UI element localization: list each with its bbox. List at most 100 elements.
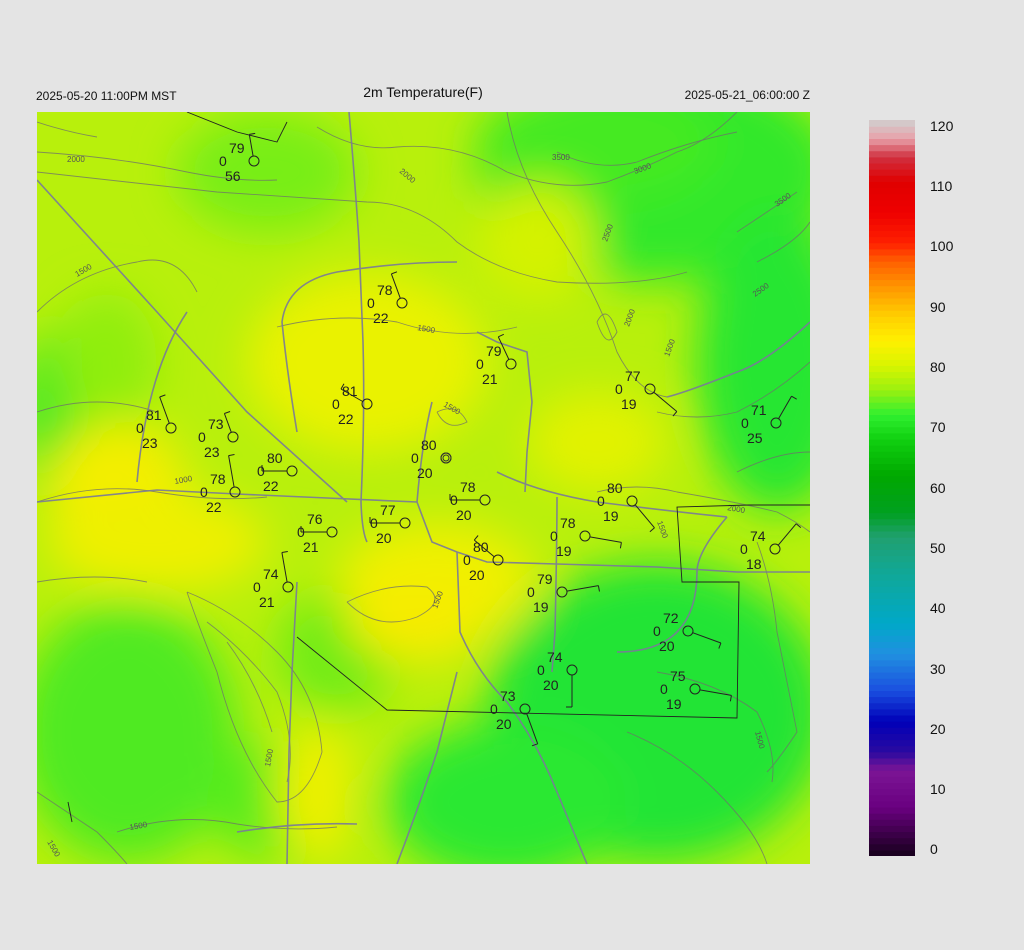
station-temperature: 78	[377, 282, 393, 298]
color-scale-tick: 50	[930, 540, 946, 556]
color-band	[869, 561, 915, 569]
station-cloud-cover: 0	[219, 153, 227, 169]
color-band	[869, 316, 915, 323]
station-dewpoint: 20	[543, 677, 559, 693]
color-band	[869, 236, 915, 244]
color-band	[869, 506, 915, 514]
color-band	[869, 169, 915, 176]
color-band	[869, 414, 915, 422]
color-band	[869, 285, 915, 293]
color-band	[869, 629, 915, 636]
station-dewpoint: 21	[259, 594, 275, 610]
station-cloud-cover: 0	[740, 541, 748, 557]
station-cloud-cover: 0	[660, 681, 668, 697]
color-band	[869, 438, 915, 446]
station-dewpoint: 19	[666, 696, 682, 712]
station-dewpoint: 23	[142, 435, 158, 451]
station-dewpoint: 20	[417, 465, 433, 481]
station-temperature: 76	[307, 511, 323, 527]
color-band	[869, 641, 915, 649]
color-band	[869, 432, 915, 440]
color-band	[869, 218, 915, 225]
color-band	[869, 463, 915, 471]
color-band	[869, 647, 915, 655]
temperature-map: 2000 2000 3500 3000 3500 2500 2500 2000 …	[37, 112, 810, 864]
color-band	[869, 261, 915, 268]
color-band	[869, 500, 915, 507]
station-temperature: 78	[210, 471, 226, 487]
color-band	[869, 475, 915, 483]
color-scale-tick: 80	[930, 359, 946, 375]
station-temperature: 80	[267, 450, 283, 466]
station-dewpoint: 56	[225, 168, 241, 184]
color-scale-tick: 60	[930, 480, 946, 496]
color-band	[869, 524, 915, 532]
color-band	[869, 580, 915, 587]
station-dewpoint: 25	[747, 430, 763, 446]
color-band	[869, 420, 915, 428]
color-band	[869, 678, 915, 685]
color-band	[869, 819, 915, 826]
color-band	[869, 377, 915, 385]
color-band	[869, 396, 915, 403]
station-cloud-cover: 0	[332, 396, 340, 412]
color-band	[869, 162, 915, 170]
station-cloud-cover: 0	[490, 701, 498, 717]
color-band	[869, 616, 915, 624]
color-band	[869, 408, 915, 415]
station-dewpoint: 22	[206, 499, 222, 515]
color-band	[869, 150, 915, 158]
color-band	[869, 279, 915, 287]
color-band	[869, 310, 915, 317]
station-dewpoint: 23	[204, 444, 220, 460]
station-temperature: 81	[342, 383, 358, 399]
color-scale-tick: 20	[930, 721, 946, 737]
station-temperature: 71	[751, 402, 767, 418]
color-band	[869, 297, 915, 305]
color-band	[869, 751, 915, 759]
color-band	[869, 586, 915, 593]
station-cloud-cover: 0	[253, 579, 261, 595]
color-band	[869, 187, 915, 195]
color-band	[869, 353, 915, 360]
station-dewpoint: 19	[533, 599, 549, 615]
station-cloud-cover: 0	[370, 515, 378, 531]
station-dewpoint: 18	[746, 556, 762, 572]
color-band	[869, 445, 915, 452]
color-band	[869, 843, 915, 851]
station-temperature: 73	[208, 416, 224, 432]
color-band	[869, 696, 915, 704]
station-temperature: 73	[500, 688, 516, 704]
color-band	[869, 212, 915, 219]
station-dewpoint: 19	[621, 396, 637, 412]
color-scale-tick: 0	[930, 841, 938, 857]
color-band	[869, 739, 915, 747]
color-band	[869, 672, 915, 679]
color-band	[869, 776, 915, 783]
color-band	[869, 831, 915, 839]
color-band	[869, 782, 915, 790]
color-band	[869, 230, 915, 238]
color-band	[869, 512, 915, 520]
station-cloud-cover: 0	[367, 295, 375, 311]
color-band	[869, 800, 915, 808]
station-dewpoint: 21	[482, 371, 498, 387]
color-band	[869, 494, 915, 501]
color-band	[869, 708, 915, 716]
color-band	[869, 402, 915, 409]
station-cloud-cover: 0	[297, 524, 305, 540]
color-band	[869, 488, 915, 495]
color-band	[869, 242, 915, 250]
color-scale-tick: 120	[930, 118, 954, 134]
station-temperature: 80	[473, 539, 489, 555]
color-band	[869, 733, 915, 741]
station-cloud-cover: 0	[550, 528, 558, 544]
color-band	[869, 132, 915, 139]
color-band	[869, 518, 915, 526]
station-dewpoint: 20	[456, 507, 472, 523]
color-band	[869, 794, 915, 802]
station-dewpoint: 20	[469, 567, 485, 583]
color-band	[869, 806, 915, 814]
station-cloud-cover: 0	[450, 492, 458, 508]
color-band	[869, 126, 915, 133]
